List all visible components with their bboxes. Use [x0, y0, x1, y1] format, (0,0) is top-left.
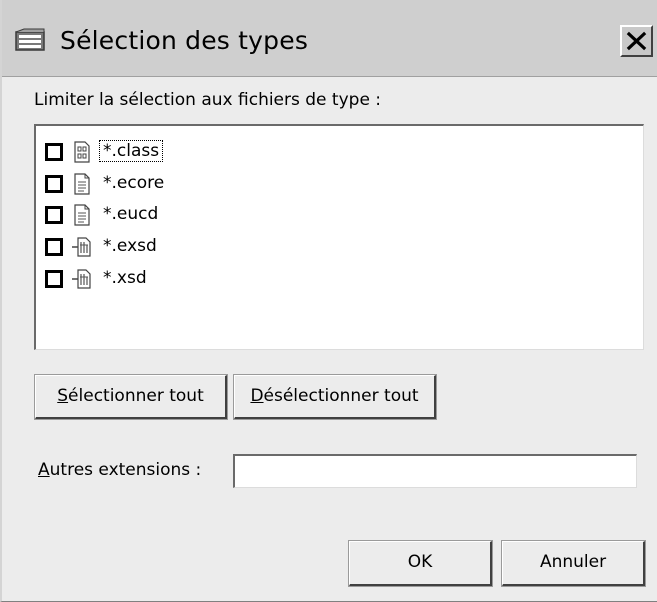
file-type-checkbox[interactable] — [45, 238, 63, 256]
deselect-all-label: Désélectionner tout — [250, 386, 419, 406]
ok-button[interactable]: OK — [348, 540, 493, 587]
file-type-checkbox[interactable] — [45, 270, 63, 288]
other-extensions-label: Autres extensions : — [38, 460, 202, 480]
cancel-label: Annuler — [539, 552, 607, 572]
select-all-label: Sélectionner tout — [57, 386, 204, 406]
text-file-icon — [72, 204, 92, 226]
file-type-label: *.class — [98, 140, 164, 162]
list-item[interactable]: *.ecore — [36, 170, 636, 196]
list-item[interactable]: *.exsd — [36, 233, 636, 259]
schema-file-icon — [72, 268, 92, 290]
list-item[interactable]: *.xsd — [36, 265, 636, 291]
file-type-label: *.ecore — [103, 173, 165, 193]
ok-label: OK — [407, 552, 433, 572]
file-type-checkbox[interactable] — [45, 206, 63, 224]
list-item[interactable]: *.class — [36, 138, 636, 164]
selection-types-dialog: Sélection des types Limiter la sélection… — [0, 0, 657, 602]
text-file-icon — [72, 173, 92, 195]
list-item[interactable]: *.eucd — [36, 201, 636, 227]
dialog-title: Sélection des types — [60, 26, 309, 55]
schema-file-icon — [72, 236, 92, 258]
cancel-button[interactable]: Annuler — [501, 540, 646, 587]
file-type-label: *.eucd — [103, 204, 159, 224]
filter-prompt-label: Limiter la sélection aux fichiers de typ… — [34, 90, 382, 110]
file-type-label: *.exsd — [103, 236, 157, 256]
select-all-button[interactable]: Sélectionner tout — [34, 374, 228, 420]
class-file-icon — [72, 141, 92, 163]
close-button[interactable] — [620, 25, 653, 57]
file-type-checkbox[interactable] — [45, 143, 63, 161]
file-type-checkbox[interactable] — [45, 175, 63, 193]
title-bar[interactable]: Sélection des types — [2, 0, 657, 77]
file-type-list[interactable]: *.class *.ecore *.eucd *.exsd *.xsd — [34, 124, 644, 350]
deselect-all-button[interactable]: Désélectionner tout — [233, 374, 437, 420]
eclipse-window-icon — [14, 28, 48, 54]
close-icon — [626, 31, 647, 51]
file-type-label: *.xsd — [103, 268, 147, 288]
other-extensions-input[interactable] — [233, 454, 637, 488]
